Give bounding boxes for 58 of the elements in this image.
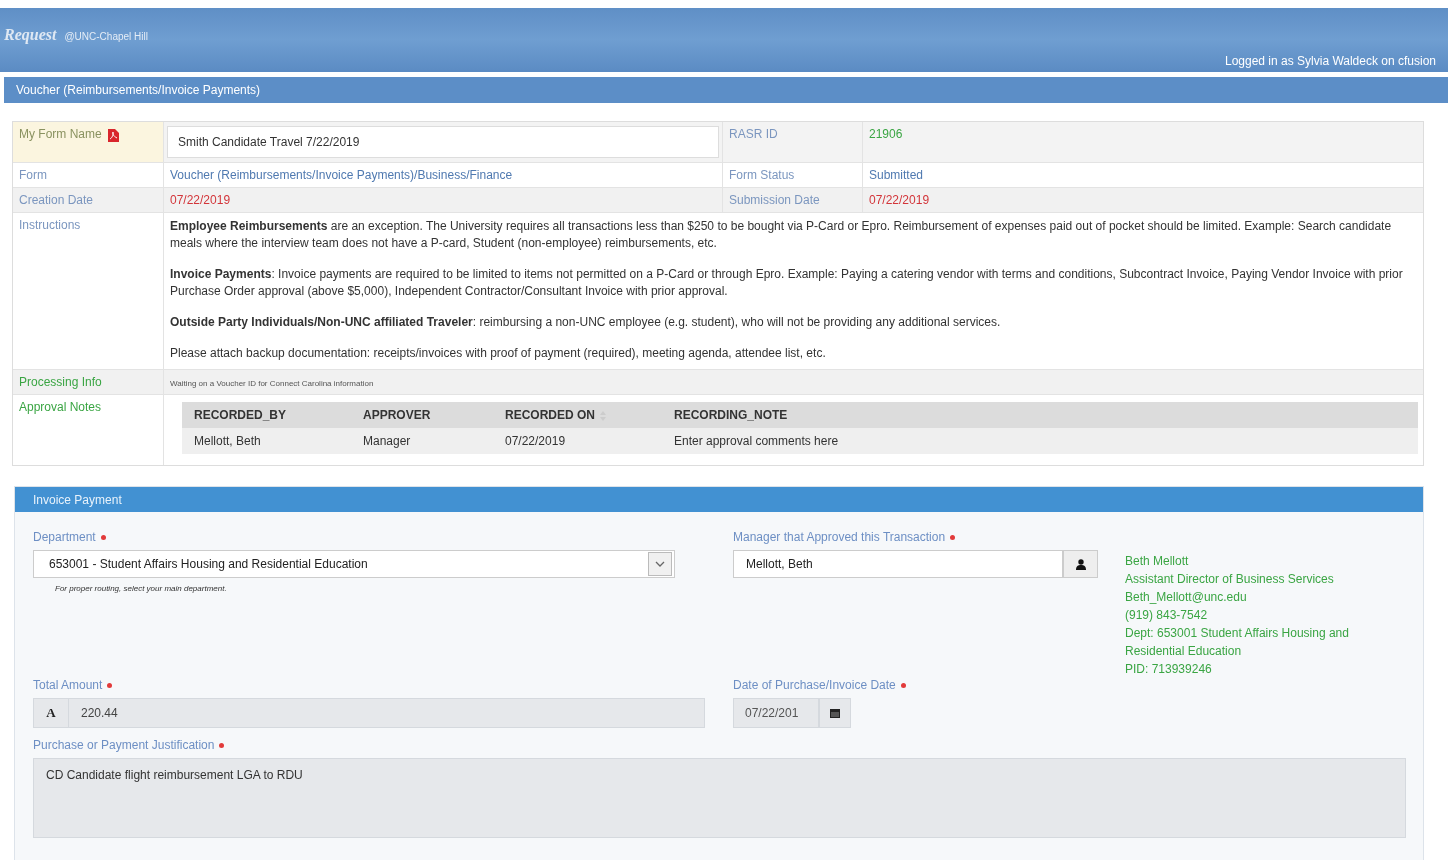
manager-detail: Assistant Director of Business Services <box>1125 571 1335 588</box>
form-name-field[interactable]: Smith Candidate Travel 7/22/2019 <box>167 126 719 158</box>
person-icon <box>1075 558 1086 570</box>
calendar-icon <box>830 708 840 718</box>
app-subtitle: @UNC-Chapel Hill <box>64 31 148 42</box>
field-value: Voucher (Reimbursements/Invoice Payments)/Business/Finance <box>170 168 513 182</box>
instruction-paragraph: Invoice Payments: Invoice payments are required to be limited to items not permitted on a P-Card or through Epro. Example: Paying a catering vendor with terms and conditions, Subcontract Invoice, Paying Vendor Invoice with prior Purchase Order approval (above $5,000), Independent Contractor/Consultant Invoice with prior approval. <box>170 266 1404 300</box>
field-label: Form <box>19 168 47 182</box>
field-label: Purchase or Payment Justification <box>33 738 215 752</box>
department-select[interactable]: 653001 - Student Affairs Housing and Residential Education <box>33 550 675 578</box>
column-header[interactable]: RECORDED ON <box>493 402 662 428</box>
person-lookup-button[interactable] <box>1063 550 1098 578</box>
field-label: Department <box>33 530 96 544</box>
app-title: Request <box>4 26 57 44</box>
instruction-paragraph: Employee Reimbursements are an exception. The University requires all transactions less than $250 to be bought via P-Card or Epro. Reimbursement of expenses paid out of pocket should be limited. Example: Search candidate meals where the interview team does not have a P-card, Student (non-employee) reimbursements, etc. <box>170 218 1393 252</box>
field-value: Submitted <box>869 168 924 182</box>
column-header: APPROVER <box>351 402 493 428</box>
manager-detail: (919) 843-7542 <box>1125 607 1209 624</box>
instruction-paragraph: Outside Party Individuals/Non-UNC affiliated Traveler: reimbursing a non-UNC employee (e.g. student), who will not be providing any additional services. <box>170 314 1002 331</box>
pdf-icon[interactable] <box>107 129 119 142</box>
justification-field[interactable]: CD Candidate flight reimbursement LGA to RDU <box>33 758 1406 838</box>
field-value: 21906 <box>869 127 903 141</box>
field-value: 07/22/2019 <box>170 193 231 207</box>
field-value: 07/22/2019 <box>869 193 930 207</box>
manager-detail: PID: 713939246 <box>1125 661 1213 678</box>
field-label: Processing Info <box>19 375 102 389</box>
field-label: Submission Date <box>729 193 820 207</box>
table-cell: Mellott, Beth <box>182 428 351 454</box>
date-field[interactable]: 07/22/201 <box>733 698 819 728</box>
manager-detail: Beth_Mellott@unc.edu <box>1125 589 1248 606</box>
column-header: RECORDED_BY <box>182 402 351 428</box>
column-header: RECORDING_NOTE <box>662 402 1418 428</box>
field-label: Date of Purchase/Invoice Date <box>733 678 896 692</box>
field-label: My Form Name <box>19 127 102 141</box>
field-label: Total Amount <box>33 678 103 692</box>
field-value: Waiting on a Voucher ID for Connect Carolina information <box>170 379 374 388</box>
field-label: Manager that Approved this Transaction <box>733 530 946 544</box>
manager-detail: Dept: 653001 Student Affairs Housing and Residential Education <box>1125 625 1350 660</box>
user-status: Logged in as Sylvia Waldeck on cfusion <box>1225 54 1436 68</box>
chevron-down-icon <box>655 561 665 567</box>
field-label: RASR ID <box>729 127 778 141</box>
manager-field[interactable]: Mellott, Beth <box>733 550 1063 578</box>
instruction-paragraph: Please attach backup documentation: receipts/invoices with proof of payment (required), meeting agenda, attendee list, etc. <box>170 345 827 362</box>
page-title: Voucher (Reimbursements/Invoice Payments) <box>16 83 261 97</box>
field-label: Form Status <box>729 168 795 182</box>
help-text: For proper routing, select your main department. <box>55 584 228 593</box>
table-cell: Enter approval comments here <box>662 428 1418 454</box>
table-cell: Manager <box>351 428 493 454</box>
amount-field[interactable]: A 220.44 <box>33 698 705 728</box>
calendar-button[interactable] <box>819 698 851 728</box>
field-value: 220.44 <box>80 706 118 720</box>
field-label: Instructions <box>19 218 81 232</box>
panel-title: Invoice Payment <box>33 492 122 507</box>
field-label: Creation Date <box>19 193 94 207</box>
manager-detail: Beth Mellott <box>1125 553 1190 570</box>
table-cell: 07/22/2019 <box>493 428 662 454</box>
currency-prefix: A <box>34 699 69 727</box>
field-label: Approval Notes <box>19 400 102 414</box>
